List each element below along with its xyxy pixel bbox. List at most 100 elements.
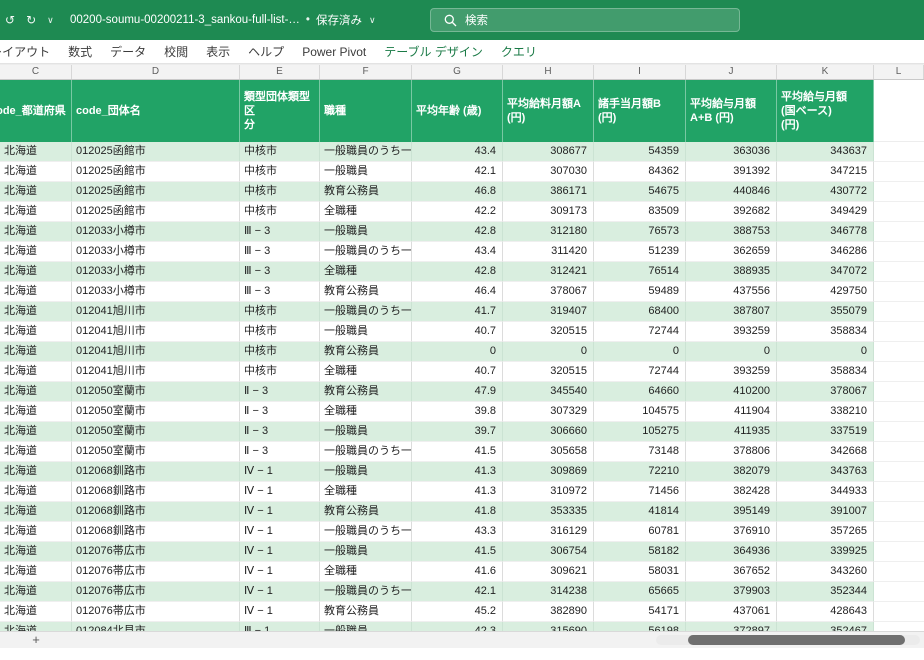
cell-empty[interactable]: [874, 562, 924, 582]
cell-municipality[interactable]: 012068釧路市: [72, 502, 240, 522]
tab-table-design[interactable]: テーブル デザイン: [375, 40, 492, 64]
cell-salary-national-base[interactable]: 342668: [777, 442, 874, 462]
cell-salary-a-plus-b[interactable]: 411935: [686, 422, 777, 442]
cell-allowance-b[interactable]: 60781: [594, 522, 686, 542]
cell-salary-national-base[interactable]: 346286: [777, 242, 874, 262]
cell-allowance-b[interactable]: 72744: [594, 322, 686, 342]
cell-salary-national-base[interactable]: 338210: [777, 402, 874, 422]
cell-prefecture[interactable]: 北海道: [0, 622, 72, 631]
cell-salary-a-plus-b[interactable]: 364936: [686, 542, 777, 562]
header-average-age[interactable]: 平均年齢 (歳): [412, 80, 503, 142]
cell-class-type[interactable]: Ⅳ − 1: [240, 542, 320, 562]
table-row[interactable]: 北海道 012068釧路市 Ⅳ − 1 教育公務員 41.8 353335 41…: [0, 502, 924, 522]
cell-class-type[interactable]: Ⅱ − 3: [240, 422, 320, 442]
cell-municipality[interactable]: 012050室蘭市: [72, 422, 240, 442]
tab-power-pivot[interactable]: Power Pivot: [293, 40, 375, 64]
tab-view[interactable]: 表示: [197, 40, 239, 64]
cell-job-type[interactable]: 全職種: [320, 262, 412, 282]
column-header-j[interactable]: J: [686, 65, 777, 79]
cell-allowance-b[interactable]: 76514: [594, 262, 686, 282]
cell-empty[interactable]: [874, 622, 924, 631]
cell-average-age[interactable]: 47.9: [412, 382, 503, 402]
cell-job-type[interactable]: 一般職員のうち一般行政職: [320, 242, 412, 262]
cell-job-type[interactable]: 全職種: [320, 202, 412, 222]
cell-class-type[interactable]: 中核市: [240, 322, 320, 342]
cell-class-type[interactable]: Ⅲ − 3: [240, 222, 320, 242]
table-row[interactable]: 北海道 012041旭川市 中核市 教育公務員 0 0 0 0 0: [0, 342, 924, 362]
table-row[interactable]: 北海道 012041旭川市 中核市 一般職員のうち一般行政職 41.7 3194…: [0, 302, 924, 322]
cell-salary-national-base[interactable]: 378067: [777, 382, 874, 402]
cell-class-type[interactable]: 中核市: [240, 162, 320, 182]
cell-empty[interactable]: [874, 582, 924, 602]
cell-average-age[interactable]: 41.3: [412, 462, 503, 482]
cell-prefecture[interactable]: 北海道: [0, 362, 72, 382]
table-row[interactable]: 北海道 012068釧路市 Ⅳ − 1 一般職員のうち一般行政職 43.3 31…: [0, 522, 924, 542]
cell-class-type[interactable]: Ⅳ − 1: [240, 562, 320, 582]
cell-empty[interactable]: [874, 422, 924, 442]
cell-prefecture[interactable]: 北海道: [0, 162, 72, 182]
cell-salary-a-plus-b[interactable]: 387807: [686, 302, 777, 322]
cell-prefecture[interactable]: 北海道: [0, 422, 72, 442]
cell-average-age[interactable]: 0: [412, 342, 503, 362]
cell-empty[interactable]: [874, 462, 924, 482]
cell-salary-a-plus-b[interactable]: 382428: [686, 482, 777, 502]
cell-allowance-b[interactable]: 84362: [594, 162, 686, 182]
cell-salary-a[interactable]: 315690: [503, 622, 594, 631]
qat-customize-caret-icon[interactable]: ∨: [47, 15, 54, 26]
cell-prefecture[interactable]: 北海道: [0, 562, 72, 582]
cell-allowance-b[interactable]: 104575: [594, 402, 686, 422]
cell-salary-national-base[interactable]: 355079: [777, 302, 874, 322]
cell-municipality[interactable]: 012041旭川市: [72, 322, 240, 342]
cell-salary-a[interactable]: 310972: [503, 482, 594, 502]
cell-salary-a[interactable]: 312180: [503, 222, 594, 242]
cell-municipality[interactable]: 012041旭川市: [72, 342, 240, 362]
cell-salary-national-base[interactable]: 357265: [777, 522, 874, 542]
cell-salary-national-base[interactable]: 429750: [777, 282, 874, 302]
table-row[interactable]: 北海道 012025函館市 中核市 教育公務員 46.8 386171 5467…: [0, 182, 924, 202]
column-header-g[interactable]: G: [412, 65, 503, 79]
cell-salary-national-base[interactable]: 358834: [777, 322, 874, 342]
cell-class-type[interactable]: Ⅳ − 1: [240, 462, 320, 482]
table-row[interactable]: 北海道 012068釧路市 Ⅳ − 1 全職種 41.3 310972 7145…: [0, 482, 924, 502]
cell-class-type[interactable]: Ⅳ − 1: [240, 502, 320, 522]
cell-class-type[interactable]: Ⅲ − 3: [240, 282, 320, 302]
column-header-k[interactable]: K: [777, 65, 874, 79]
cell-average-age[interactable]: 42.1: [412, 582, 503, 602]
cell-average-age[interactable]: 42.1: [412, 162, 503, 182]
cell-municipality[interactable]: 012033小樽市: [72, 282, 240, 302]
cell-salary-a[interactable]: 320515: [503, 322, 594, 342]
cell-salary-national-base[interactable]: 339925: [777, 542, 874, 562]
cell-job-type[interactable]: 教育公務員: [320, 182, 412, 202]
cell-salary-national-base[interactable]: 337519: [777, 422, 874, 442]
cell-average-age[interactable]: 41.5: [412, 442, 503, 462]
cell-job-type[interactable]: 一般職員のうち一般行政職: [320, 582, 412, 602]
cell-salary-a[interactable]: 307329: [503, 402, 594, 422]
cell-municipality[interactable]: 012041旭川市: [72, 302, 240, 322]
cell-class-type[interactable]: 中核市: [240, 342, 320, 362]
cell-prefecture[interactable]: 北海道: [0, 482, 72, 502]
cell-job-type[interactable]: 一般職員: [320, 422, 412, 442]
cell-salary-a-plus-b[interactable]: 367652: [686, 562, 777, 582]
header-job-type[interactable]: 職種: [320, 80, 412, 142]
cell-salary-a[interactable]: 306754: [503, 542, 594, 562]
cell-average-age[interactable]: 46.4: [412, 282, 503, 302]
cell-allowance-b[interactable]: 65665: [594, 582, 686, 602]
cell-municipality[interactable]: 012041旭川市: [72, 362, 240, 382]
cell-prefecture[interactable]: 北海道: [0, 342, 72, 362]
cell-allowance-b[interactable]: 58182: [594, 542, 686, 562]
cell-prefecture[interactable]: 北海道: [0, 462, 72, 482]
cell-salary-a-plus-b[interactable]: 388935: [686, 262, 777, 282]
cell-job-type[interactable]: 教育公務員: [320, 602, 412, 622]
cell-salary-national-base[interactable]: 430772: [777, 182, 874, 202]
cell-allowance-b[interactable]: 68400: [594, 302, 686, 322]
cell-municipality[interactable]: 012050室蘭市: [72, 382, 240, 402]
cell-salary-a-plus-b[interactable]: 437061: [686, 602, 777, 622]
cell-job-type[interactable]: 全職種: [320, 402, 412, 422]
cell-empty[interactable]: [874, 202, 924, 222]
table-row[interactable]: 北海道 012050室蘭市 Ⅱ − 3 一般職員のうち一般行政職 41.5 30…: [0, 442, 924, 462]
cell-prefecture[interactable]: 北海道: [0, 442, 72, 462]
cell-allowance-b[interactable]: 83509: [594, 202, 686, 222]
cell-empty[interactable]: [874, 482, 924, 502]
column-header-e[interactable]: E: [240, 65, 320, 79]
cell-job-type[interactable]: 一般職員: [320, 222, 412, 242]
